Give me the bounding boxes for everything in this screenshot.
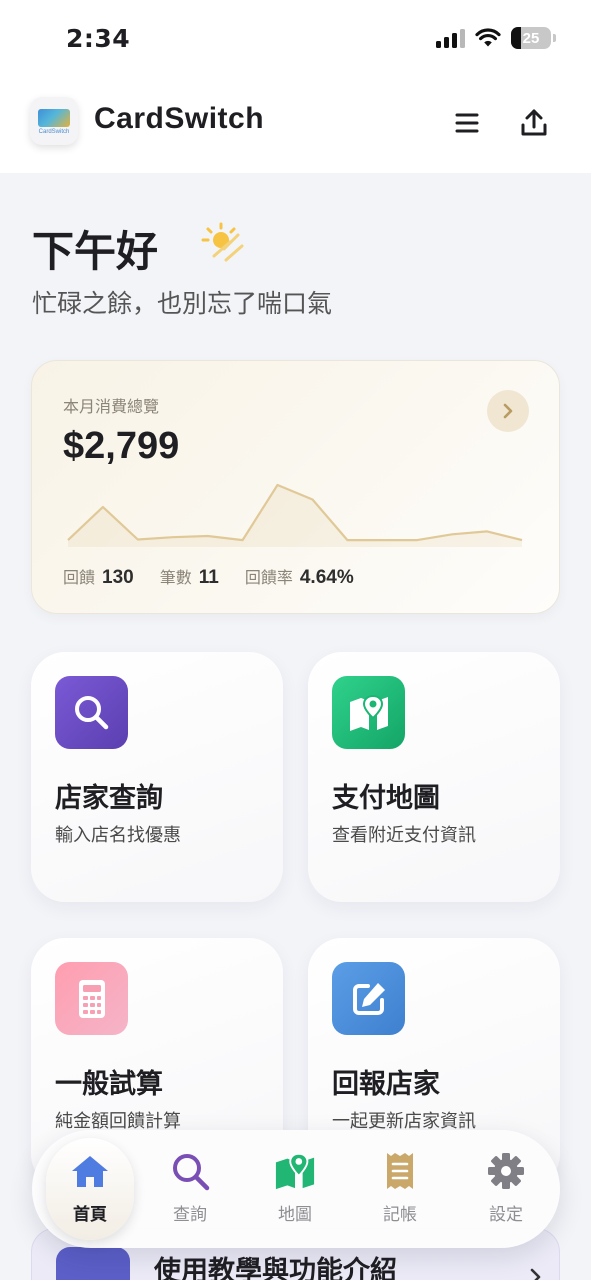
logo-wordmark: CardSwitch bbox=[38, 129, 70, 135]
app-title: CardSwitch bbox=[94, 102, 265, 135]
tab-ledger[interactable]: 記帳 bbox=[352, 1130, 448, 1248]
tab-search-label: 查詢 bbox=[173, 1205, 207, 1225]
tile-payment-map[interactable]: 支付地圖 查看附近支付資訊 bbox=[308, 652, 560, 902]
status-time: 2:34 bbox=[66, 24, 131, 53]
wifi-icon bbox=[475, 28, 501, 47]
hamburger-menu-icon bbox=[455, 113, 479, 133]
summary-amount: $2,799 bbox=[63, 425, 180, 467]
tab-ledger-label: 記帳 bbox=[383, 1205, 417, 1225]
greeting-title: 下午好 bbox=[32, 227, 159, 276]
map-pin-icon bbox=[349, 694, 388, 731]
calculator-icon bbox=[78, 979, 105, 1018]
tab-settings-label: 設定 bbox=[489, 1205, 523, 1225]
tile-store-search-desc: 輸入店名找優惠 bbox=[55, 825, 181, 846]
tile-calculator-title: 一般試算 bbox=[55, 1069, 163, 1100]
stat-label-count: 筆數 bbox=[159, 568, 192, 587]
battery-icon: 25 bbox=[511, 27, 556, 49]
map-icon bbox=[275, 1152, 315, 1190]
bottom-tab-bar: 首頁 查詢 地圖 記帳 設定 bbox=[32, 1130, 560, 1248]
status-icons: 25 bbox=[436, 27, 556, 49]
stat-value-reward: 130 bbox=[102, 567, 134, 588]
tile-report-store-icon-box bbox=[332, 962, 405, 1035]
tile-payment-map-icon-box bbox=[332, 676, 405, 749]
menu-button[interactable] bbox=[450, 106, 484, 140]
tutorial-title: 使用教學與功能介紹 bbox=[154, 1256, 397, 1280]
stat-value-count: 11 bbox=[198, 567, 219, 588]
home-icon bbox=[72, 1156, 108, 1187]
monthly-summary-card[interactable]: 本月消費總覽 $2,799 回饋 130 筆數 11 回饋率 4.64% bbox=[31, 360, 560, 614]
tab-settings[interactable]: 設定 bbox=[458, 1130, 554, 1248]
tile-store-search-title: 店家查詢 bbox=[55, 783, 163, 814]
edit-icon bbox=[352, 982, 385, 1015]
receipt-icon bbox=[387, 1153, 413, 1189]
search-icon bbox=[173, 1154, 210, 1191]
tab-home-label: 首頁 bbox=[73, 1205, 107, 1225]
summary-label: 本月消費總覽 bbox=[63, 397, 160, 416]
search-icon bbox=[74, 695, 108, 729]
book-icon bbox=[56, 1247, 130, 1280]
app-header: CardSwitch CardSwitch bbox=[0, 80, 591, 173]
tab-map-label: 地圖 bbox=[278, 1205, 312, 1225]
cellular-signal-icon bbox=[436, 28, 465, 48]
status-bar: 2:34 25 bbox=[0, 0, 591, 80]
tab-home[interactable]: 首頁 bbox=[42, 1130, 138, 1248]
tile-store-search[interactable]: 店家查詢 輸入店名找優惠 bbox=[31, 652, 283, 902]
tab-search[interactable]: 查詢 bbox=[142, 1130, 238, 1248]
tile-store-search-icon-box bbox=[55, 676, 128, 749]
summary-detail-button[interactable] bbox=[487, 390, 529, 432]
greeting-subtitle: 忙碌之餘，也別忘了喘口氣 bbox=[32, 289, 333, 318]
tab-map[interactable]: 地圖 bbox=[247, 1130, 343, 1248]
stat-value-rate: 4.64% bbox=[299, 567, 354, 588]
sun-haze-icon bbox=[201, 222, 244, 262]
chevron-right-icon bbox=[530, 1268, 541, 1280]
summary-stats: 回饋 130 筆數 11 回饋率 4.64% bbox=[63, 564, 380, 589]
share-button[interactable] bbox=[517, 106, 551, 140]
battery-percent: 25 bbox=[522, 29, 540, 47]
chevron-right-icon bbox=[503, 403, 513, 419]
share-upload-icon bbox=[521, 109, 547, 136]
spending-trend-sparkline bbox=[67, 483, 523, 547]
app-logo: CardSwitch bbox=[30, 97, 78, 145]
credit-card-logo-icon bbox=[38, 109, 70, 127]
stat-label-rate: 回饋率 bbox=[244, 568, 293, 587]
tile-calculator-icon-box bbox=[55, 962, 128, 1035]
stat-label-reward: 回饋 bbox=[63, 568, 96, 587]
tile-report-store-title: 回報店家 bbox=[332, 1069, 440, 1100]
gear-icon bbox=[488, 1153, 524, 1189]
tile-payment-map-desc: 查看附近支付資訊 bbox=[332, 825, 476, 846]
tile-payment-map-title: 支付地圖 bbox=[332, 783, 440, 814]
